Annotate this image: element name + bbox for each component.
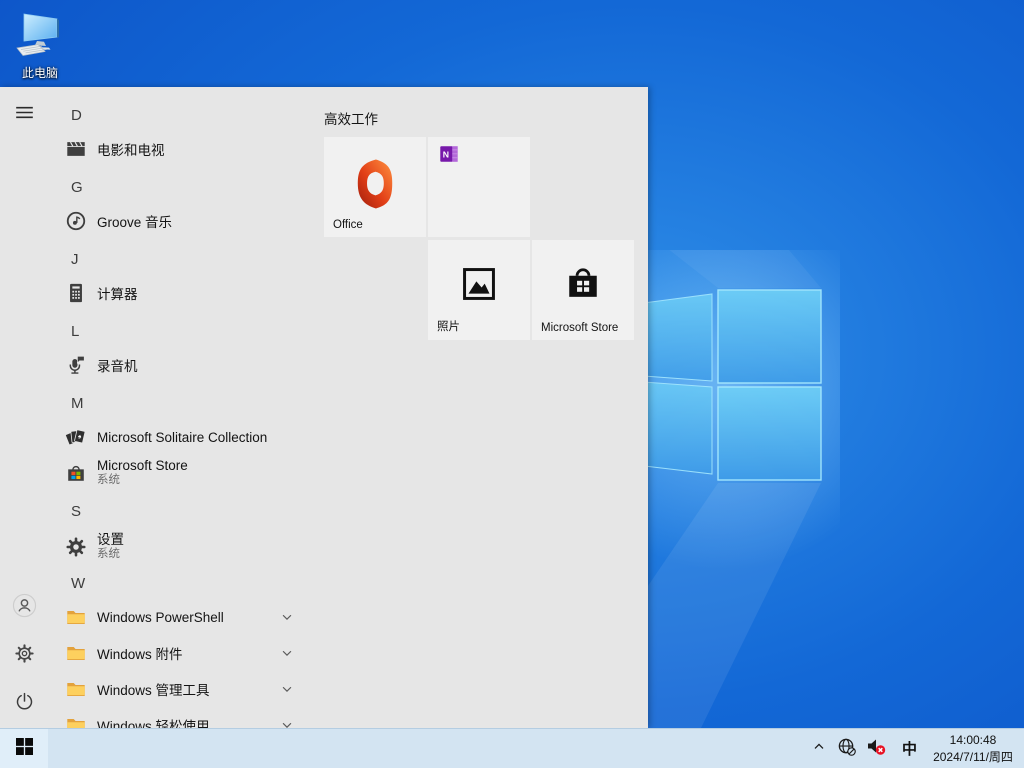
header-label: L (71, 323, 79, 340)
header-label: G (71, 179, 83, 196)
show-hidden-icons-button[interactable] (806, 729, 832, 768)
hamburger-icon (14, 102, 35, 128)
volume-button[interactable] (861, 729, 891, 768)
folder-icon (65, 678, 87, 700)
start-button[interactable] (0, 729, 48, 768)
app-item-solitaire[interactable]: ♠ Microsoft Solitaire Collection (48, 423, 304, 451)
app-item-label: 录音机 (97, 355, 138, 375)
power-button[interactable] (0, 680, 48, 728)
tile-photos[interactable]: 照片 (428, 240, 530, 340)
app-item-sublabel: 系统 (97, 474, 188, 488)
taskbar-clock[interactable]: 14:00:48 2024/7/11/周四 (928, 732, 1024, 764)
folder-item-windows-accessories[interactable]: Windows 附件 (48, 639, 304, 667)
tile-office[interactable]: Office (324, 137, 426, 237)
onenote-icon: N (438, 143, 460, 165)
app-list-header-G[interactable]: G (48, 175, 304, 199)
app-item-calculator[interactable]: 计算器 (48, 279, 304, 307)
chevron-down-icon (280, 610, 294, 624)
app-item-label: 计算器 (97, 283, 138, 303)
ime-indicator[interactable]: 中 (891, 729, 928, 768)
app-list-header-D[interactable]: D (48, 103, 304, 127)
folder-icon (65, 642, 87, 664)
app-list-header-L[interactable]: L (48, 319, 304, 343)
desktop: 此电脑 (0, 0, 1024, 768)
tile-onenote[interactable]: N (428, 137, 530, 237)
folder-icon (65, 714, 87, 728)
chevron-down-icon (280, 682, 294, 696)
app-item-label: 电影和电视 (97, 139, 165, 159)
settings-button[interactable] (0, 632, 48, 680)
expand-menu-button[interactable] (0, 91, 48, 139)
chevron-down-icon (280, 646, 294, 660)
app-item-label: Microsoft Solitaire Collection (97, 430, 267, 445)
office-icon (346, 155, 404, 213)
header-label: W (71, 575, 85, 592)
folder-item-label: Windows 附件 (97, 643, 183, 663)
start-menu-tiles: 高效工作 Office (324, 87, 648, 728)
desktop-icon-this-pc[interactable]: 此电脑 (10, 10, 70, 82)
tile-label: Office (333, 219, 423, 231)
chevron-up-icon (811, 738, 827, 759)
folder-item-windows-admin-tools[interactable]: Windows 管理工具 (48, 675, 304, 703)
ime-chinese-label: 中 (896, 738, 923, 759)
folder-item-label: Windows 管理工具 (97, 679, 210, 699)
network-status-button[interactable] (832, 729, 861, 768)
gear-icon (14, 643, 35, 669)
tile-microsoft-store[interactable]: Microsoft Store (532, 240, 634, 340)
app-item-voice-recorder[interactable]: 录音机 (48, 351, 304, 379)
user-account-button[interactable] (0, 584, 48, 632)
chevron-down-icon (280, 718, 294, 728)
app-list-header-S[interactable]: S (48, 499, 304, 523)
photos-icon (462, 267, 497, 302)
header-label: S (71, 503, 81, 520)
windows-logo-icon (16, 738, 33, 760)
clock-time: 14:00:48 (928, 732, 1018, 748)
tile-group-title[interactable]: 高效工作 (324, 108, 378, 128)
user-avatar-icon (12, 593, 37, 623)
folder-icon (65, 606, 87, 628)
folder-item-windows-ease-of-access[interactable]: Windows 轻松使用 (48, 711, 304, 728)
app-list-header-M[interactable]: M (48, 391, 304, 415)
start-menu-app-list: D 电影和电视 G (48, 87, 308, 728)
microsoft-store-icon (65, 462, 87, 484)
header-label: D (71, 107, 82, 124)
system-tray: 中 14:00:48 2024/7/11/周四 (806, 729, 1024, 768)
network-globe-offline-icon (837, 737, 856, 761)
app-item-label: 设置 (97, 532, 124, 548)
app-item-label: Microsoft Store (97, 458, 188, 474)
app-item-label: Groove 音乐 (97, 211, 172, 231)
start-menu: D 电影和电视 G (0, 87, 648, 728)
settings-gear-icon (65, 536, 87, 558)
tile-label: Microsoft Store (541, 322, 631, 334)
voice-recorder-icon (65, 354, 87, 376)
solitaire-icon: ♠ (65, 426, 87, 448)
start-menu-rail (0, 87, 48, 728)
power-icon (14, 691, 35, 717)
folder-item-label: Windows PowerShell (97, 610, 224, 625)
desktop-icon-label: 此电脑 (22, 64, 58, 81)
header-label: M (71, 395, 84, 412)
app-item-groove-music[interactable]: Groove 音乐 (48, 207, 304, 235)
clock-date: 2024/7/11/周四 (928, 749, 1018, 765)
tile-label: 照片 (437, 318, 527, 334)
svg-text:N: N (443, 149, 449, 159)
calculator-icon (65, 282, 87, 304)
this-pc-icon (14, 45, 66, 62)
groove-music-icon (65, 210, 87, 232)
folder-item-windows-powershell[interactable]: Windows PowerShell (48, 603, 304, 631)
movies-tv-icon (65, 138, 87, 160)
taskbar: 中 14:00:48 2024/7/11/周四 (0, 728, 1024, 768)
app-item-movies-tv[interactable]: 电影和电视 (48, 135, 304, 163)
app-item-microsoft-store[interactable]: Microsoft Store 系统 (48, 455, 304, 491)
app-list-header-J[interactable]: J (48, 247, 304, 271)
volume-muted-icon (866, 736, 886, 761)
microsoft-store-icon (561, 262, 605, 306)
app-item-settings[interactable]: 设置 系统 (48, 529, 304, 565)
header-label: J (71, 251, 79, 268)
app-list-header-W[interactable]: W (48, 571, 304, 595)
folder-item-label: Windows 轻松使用 (97, 715, 210, 728)
app-item-sublabel: 系统 (97, 548, 124, 562)
